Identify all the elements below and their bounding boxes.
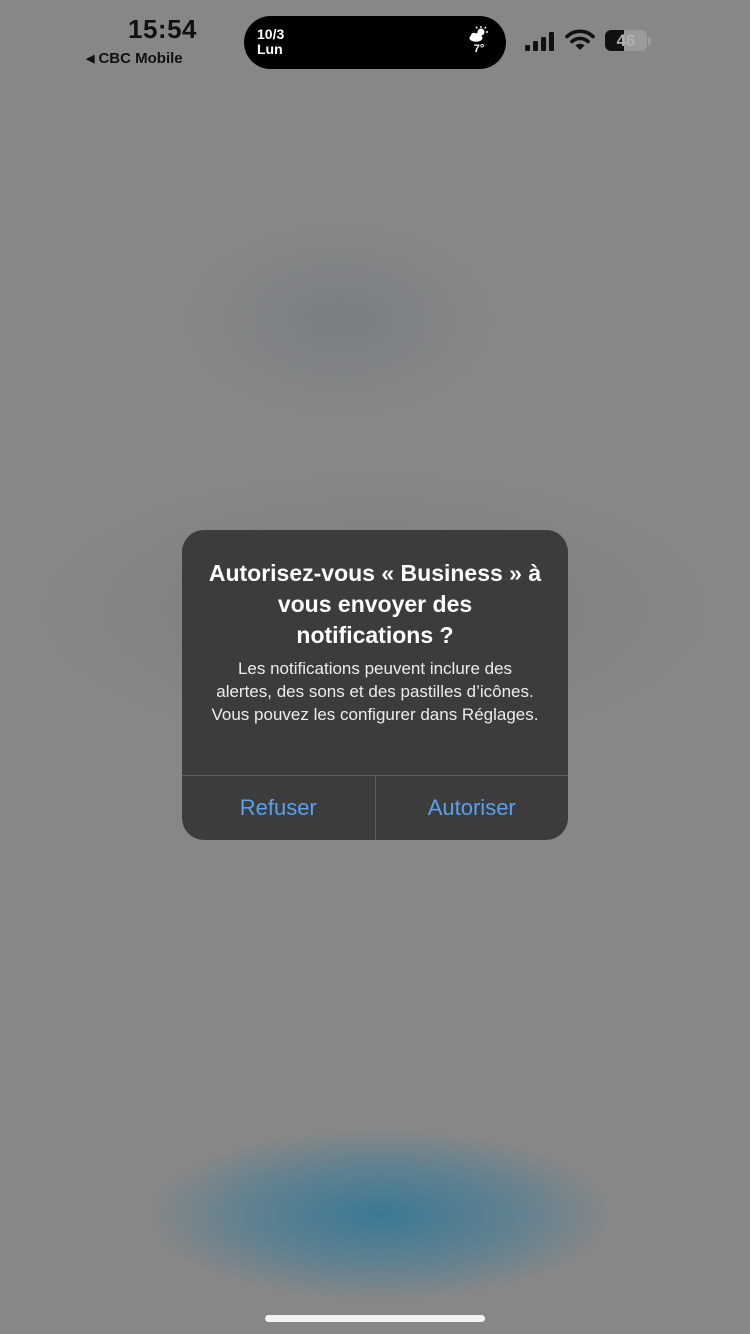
wifi-icon [565, 29, 595, 50]
back-to-app-link[interactable]: ◀ CBC Mobile [86, 50, 183, 67]
deny-button[interactable]: Refuser [182, 776, 375, 840]
island-date: 10/3 [257, 26, 285, 42]
notification-permission-alert: Autorisez-vous « Business » à vous envoy… [182, 530, 568, 840]
allow-button[interactable]: Autoriser [376, 776, 569, 840]
background-blur-top [180, 220, 500, 420]
status-time: 15:54 [128, 14, 197, 44]
background-blur-bottom [150, 1130, 610, 1300]
battery-icon: 46 [605, 30, 647, 51]
island-temperature: 7° [473, 43, 485, 55]
island-weather: 7° [468, 26, 490, 55]
battery-level: 46 [616, 31, 636, 50]
island-date-block: 10/3 Lun [257, 27, 284, 57]
home-indicator[interactable] [265, 1315, 485, 1322]
battery-tip [648, 37, 651, 45]
dynamic-island[interactable]: 10/3 Lun 7° [244, 16, 506, 69]
back-arrow-icon: ◀ [86, 53, 95, 65]
alert-title: Autorisez-vous « Business » à vous envoy… [208, 560, 542, 648]
cellular-signal-icon [525, 31, 557, 51]
alert-content: Autorisez-vous « Business » à vous envoy… [182, 530, 568, 775]
alert-actions: Refuser Autoriser [182, 775, 568, 840]
partly-cloudy-icon [469, 26, 489, 42]
back-app-label: CBC Mobile [98, 50, 183, 67]
alert-message: Les notifications peuvent inclure des al… [211, 659, 539, 724]
island-day: Lun [257, 41, 283, 57]
